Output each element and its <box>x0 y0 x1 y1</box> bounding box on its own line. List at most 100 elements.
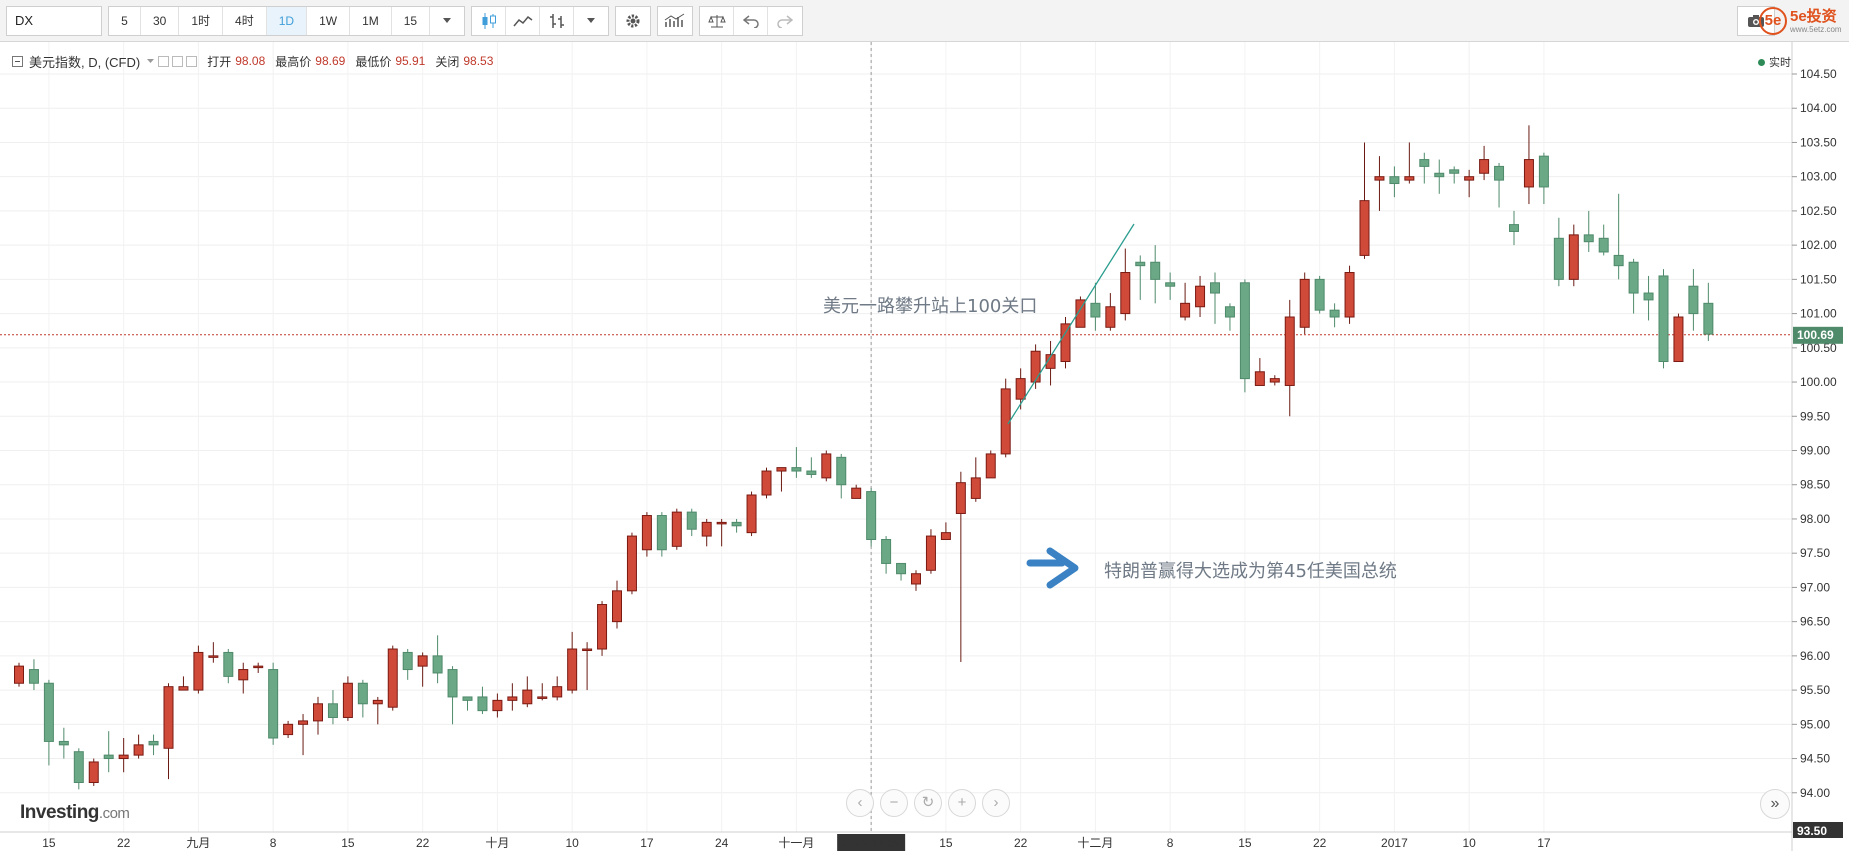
scroll-to-latest-button[interactable]: » <box>1760 789 1790 819</box>
candle-up[interactable] <box>1015 378 1026 400</box>
candle-down[interactable] <box>1583 234 1594 243</box>
candle-up[interactable] <box>552 686 563 698</box>
candle-up[interactable] <box>1374 176 1385 181</box>
candle-up[interactable] <box>1269 378 1280 383</box>
candle-down[interactable] <box>28 669 39 684</box>
candle-up[interactable] <box>163 686 174 749</box>
candle-down[interactable] <box>477 696 488 712</box>
candle-up[interactable] <box>1030 350 1041 383</box>
candle-up[interactable] <box>626 535 637 592</box>
candle-up[interactable] <box>14 665 24 684</box>
candle-down[interactable] <box>1703 302 1714 335</box>
visibility-icon[interactable] <box>158 55 170 67</box>
candle-down[interactable] <box>1090 302 1101 318</box>
candle-down[interactable] <box>806 470 817 475</box>
candle-up[interactable] <box>1060 323 1071 363</box>
candle-down[interactable] <box>1434 172 1445 178</box>
candle-down[interactable] <box>1210 282 1220 294</box>
candlestick-chart[interactable]: 美元一路攀升站上100关口 特朗普赢得大选成为第45任美国总统 94.0094.… <box>0 0 1849 851</box>
candle-up[interactable] <box>641 515 652 551</box>
close-icon[interactable] <box>186 55 198 67</box>
candle-down[interactable] <box>1314 278 1325 311</box>
candle-up[interactable] <box>253 665 264 669</box>
candle-down[interactable] <box>1165 282 1176 287</box>
candle-up[interactable] <box>761 470 772 496</box>
candle-up[interactable] <box>985 453 996 479</box>
candle-down[interactable] <box>1239 282 1250 380</box>
candle-up[interactable] <box>1000 388 1011 455</box>
candle-down[interactable] <box>1553 237 1564 280</box>
candle-up[interactable] <box>746 494 757 534</box>
candle-down[interactable] <box>1494 165 1505 181</box>
candle-up[interactable] <box>387 648 398 708</box>
candle-down[interactable] <box>103 754 114 760</box>
candle-up[interactable] <box>492 699 503 712</box>
candle-up[interactable] <box>970 477 981 499</box>
candle-down[interactable] <box>656 515 667 551</box>
candle-up[interactable] <box>208 655 219 658</box>
candle-up[interactable] <box>911 573 921 585</box>
candle-up[interactable] <box>522 689 533 705</box>
candle-up[interactable] <box>133 744 144 756</box>
candle-down[interactable] <box>58 740 69 746</box>
candle-down[interactable] <box>1389 176 1400 185</box>
candle-down[interactable] <box>432 655 443 674</box>
candle-up[interactable] <box>821 453 832 479</box>
candle-down[interactable] <box>1135 261 1146 267</box>
candle-down[interactable] <box>223 651 234 677</box>
candle-up[interactable] <box>1523 159 1534 188</box>
candle-up[interactable] <box>342 682 353 718</box>
candle-up[interactable] <box>851 487 862 499</box>
candle-down[interactable] <box>43 682 54 742</box>
candle-up[interactable] <box>238 669 249 681</box>
candle-down[interactable] <box>268 669 279 739</box>
candle-up[interactable] <box>537 696 548 699</box>
candle-down[interactable] <box>1613 254 1624 267</box>
candle-down[interactable] <box>896 562 907 575</box>
chevron-down-icon[interactable] <box>146 58 155 65</box>
candle-down[interactable] <box>836 456 847 486</box>
candle-down[interactable] <box>357 682 368 705</box>
candle-down[interactable] <box>881 538 892 564</box>
candle-up[interactable] <box>701 521 712 537</box>
zoom-out-button[interactable]: − <box>880 789 908 817</box>
candle-down[interactable] <box>73 751 84 784</box>
candle-up[interactable] <box>1359 200 1370 256</box>
candle-up[interactable] <box>1180 302 1191 318</box>
candle-up[interactable] <box>283 723 294 736</box>
candle-down[interactable] <box>1449 169 1460 174</box>
candle-up[interactable] <box>178 686 189 691</box>
candle-up[interactable] <box>940 532 951 540</box>
candle-down[interactable] <box>1538 155 1549 188</box>
candle-up[interactable] <box>1479 159 1490 174</box>
candle-up[interactable] <box>1464 176 1475 181</box>
candle-down[interactable] <box>1224 306 1235 318</box>
candle-down[interactable] <box>1598 237 1609 253</box>
candle-up[interactable] <box>417 655 428 667</box>
candle-up[interactable] <box>925 535 936 571</box>
candle-down[interactable] <box>447 669 458 698</box>
candle-down[interactable] <box>1329 309 1340 318</box>
candle-up[interactable] <box>955 482 966 514</box>
candle-down[interactable] <box>1509 224 1519 232</box>
candle-up[interactable] <box>118 754 129 760</box>
candle-up[interactable] <box>372 699 383 705</box>
candle-up[interactable] <box>1299 278 1310 328</box>
candle-up[interactable] <box>597 604 608 650</box>
candle-down[interactable] <box>402 651 413 671</box>
candle-down[interactable] <box>1643 292 1654 301</box>
scroll-left-button[interactable]: ‹ <box>846 789 874 817</box>
candle-down[interactable] <box>1658 275 1669 363</box>
candle-down[interactable] <box>686 511 697 530</box>
candle-up[interactable] <box>612 590 622 623</box>
candle-up[interactable] <box>1284 316 1295 386</box>
settings-icon[interactable] <box>172 55 184 67</box>
candle-down[interactable] <box>148 740 159 746</box>
candle-down[interactable] <box>866 491 877 540</box>
candle-up[interactable] <box>716 521 727 525</box>
candle-down[interactable] <box>1628 261 1639 294</box>
candle-up[interactable] <box>671 511 682 547</box>
candle-down[interactable] <box>327 703 338 718</box>
candle-up[interactable] <box>298 720 309 725</box>
candle-up[interactable] <box>193 651 204 691</box>
